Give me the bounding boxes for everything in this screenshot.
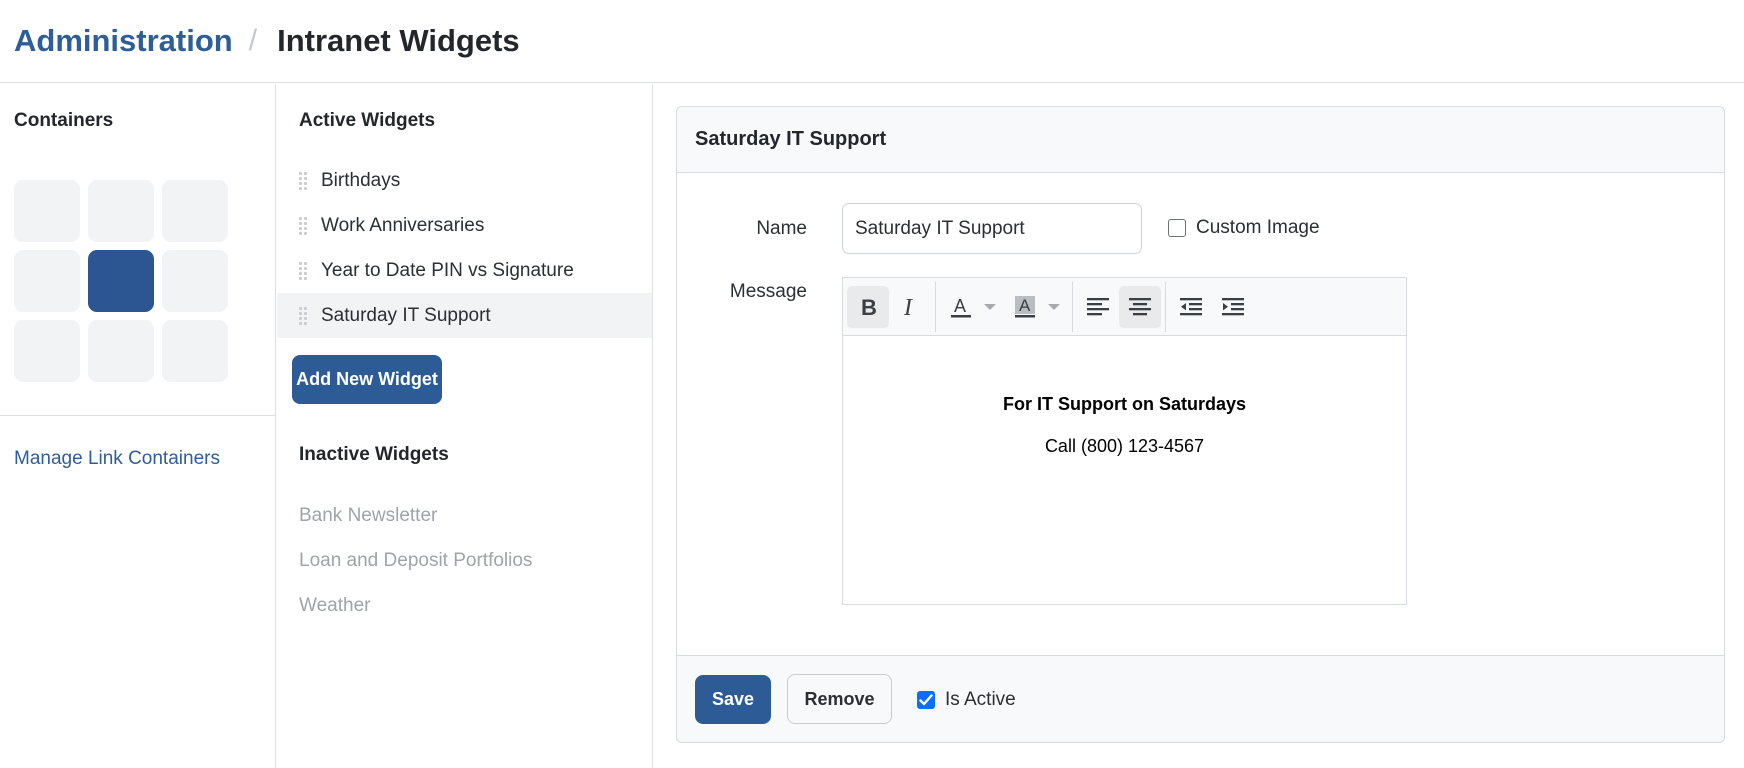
editor-toolbar: B I A A [843, 278, 1406, 336]
containers-title: Containers [14, 110, 114, 131]
widget-label: Saturday IT Support [321, 304, 491, 326]
container-cell-4[interactable] [14, 250, 80, 312]
drag-handle-icon[interactable] [299, 261, 307, 281]
manage-link-containers-link[interactable]: Manage Link Containers [14, 448, 220, 470]
panel-footer: Save Remove Is Active [677, 655, 1724, 742]
widget-editor-panel: Saturday IT Support Name Custom Image Me… [676, 106, 1725, 743]
container-cell-3[interactable] [162, 180, 228, 242]
container-cell-6[interactable] [162, 250, 228, 312]
active-widget-item[interactable]: Work Anniversaries [277, 203, 652, 248]
add-new-widget-button[interactable]: Add New Widget [292, 355, 442, 404]
indent-icon[interactable] [1212, 286, 1254, 328]
inactive-widget-list: Bank Newsletter Loan and Deposit Portfol… [299, 493, 532, 628]
widgets-column: Active Widgets Birthdays Work Anniversar… [277, 84, 653, 768]
save-button[interactable]: Save [695, 675, 771, 724]
italic-icon[interactable]: I [889, 286, 931, 328]
container-cell-1[interactable] [14, 180, 80, 242]
toolbar-divider [1165, 281, 1166, 332]
page-title: Intranet Widgets [277, 23, 520, 58]
container-grid [14, 180, 228, 382]
widget-label: Year to Date PIN vs Signature [321, 259, 574, 281]
message-line: Call (800) 123-4567 [1044, 436, 1205, 456]
name-input[interactable] [842, 203, 1142, 254]
toolbar-divider [1072, 281, 1073, 332]
widget-label: Birthdays [321, 169, 401, 191]
remove-button[interactable]: Remove [787, 674, 892, 724]
name-label: Name [756, 218, 807, 239]
svg-text:B: B [861, 296, 877, 318]
font-color-dropdown-icon[interactable] [984, 303, 996, 310]
is-active-label: Is Active [945, 689, 1016, 710]
custom-image-checkbox[interactable] [1168, 219, 1186, 237]
highlight-color-dropdown-icon[interactable] [1048, 303, 1060, 310]
highlight-color-icon[interactable]: A [1004, 286, 1046, 328]
active-widget-item[interactable]: Year to Date PIN vs Signature [277, 248, 652, 293]
divider [0, 415, 276, 416]
toolbar-divider [935, 281, 936, 332]
align-center-icon[interactable] [1119, 285, 1161, 328]
active-widget-item-selected[interactable]: Saturday IT Support [277, 293, 652, 338]
widget-label: Work Anniversaries [321, 214, 485, 236]
container-cell-8[interactable] [88, 320, 154, 382]
page-header: Administration / Intranet Widgets [0, 0, 1744, 83]
outdent-icon[interactable] [1170, 286, 1212, 328]
svg-text:I: I [903, 296, 913, 318]
message-heading: For IT Support on Saturdays [1002, 394, 1246, 414]
message-content-area[interactable]: For IT Support on Saturdays Call (800) 1… [843, 336, 1406, 457]
svg-text:A: A [1019, 296, 1031, 315]
drag-handle-icon[interactable] [299, 306, 307, 326]
drag-handle-icon[interactable] [299, 171, 307, 191]
containers-column: Containers Manage Link Containers [0, 84, 276, 768]
drag-handle-icon[interactable] [299, 216, 307, 236]
is-active-checkbox[interactable] [917, 691, 935, 709]
message-editor: B I A A For IT Support on Saturdays Call… [842, 277, 1407, 605]
container-cell-7[interactable] [14, 320, 80, 382]
bold-icon[interactable]: B [847, 285, 889, 328]
inactive-widget-item[interactable]: Bank Newsletter [299, 493, 532, 538]
container-cell-5-selected[interactable] [88, 250, 154, 312]
breadcrumb-separator: / [248, 24, 258, 57]
custom-image-label: Custom Image [1196, 217, 1320, 238]
svg-text:A: A [954, 296, 966, 316]
inactive-widgets-title: Inactive Widgets [299, 444, 449, 465]
breadcrumb-administration-link[interactable]: Administration [14, 23, 233, 59]
check-icon [919, 694, 933, 706]
active-widgets-title: Active Widgets [299, 110, 436, 131]
active-widget-list: Birthdays Work Anniversaries Year to Dat… [277, 158, 652, 338]
font-color-icon[interactable]: A [940, 286, 982, 328]
align-left-icon[interactable] [1077, 286, 1119, 328]
message-label: Message [729, 281, 807, 302]
inactive-widget-item[interactable]: Weather [299, 583, 532, 628]
container-cell-9[interactable] [162, 320, 228, 382]
container-cell-2[interactable] [88, 180, 154, 242]
is-active-option[interactable]: Is Active [917, 689, 1016, 711]
inactive-widget-item[interactable]: Loan and Deposit Portfolios [299, 538, 532, 583]
custom-image-option[interactable]: Custom Image [1168, 217, 1320, 239]
panel-title: Saturday IT Support [677, 107, 1724, 173]
active-widget-item[interactable]: Birthdays [277, 158, 652, 203]
